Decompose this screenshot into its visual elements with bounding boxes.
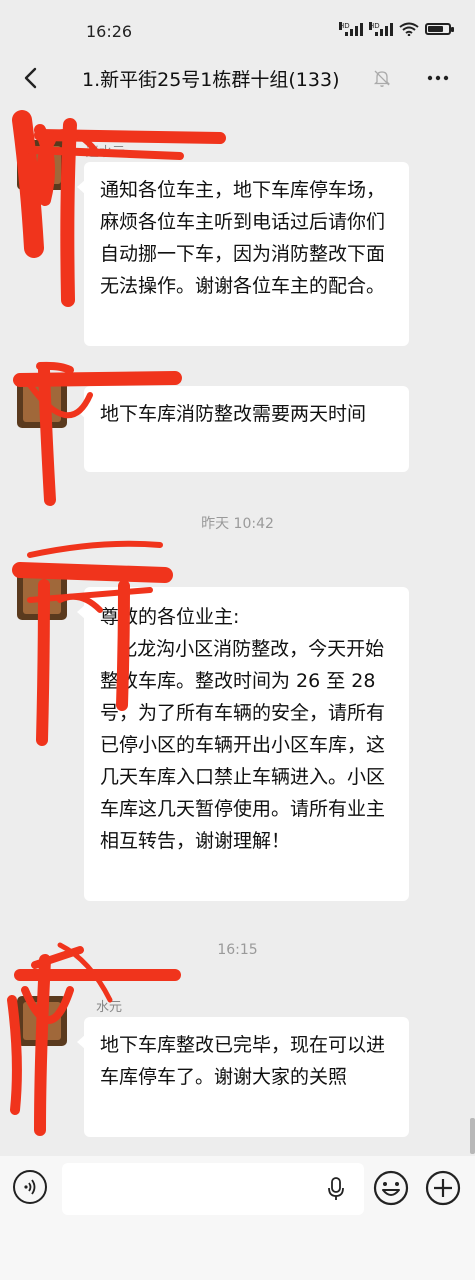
more-dots-icon[interactable] xyxy=(424,64,452,92)
avatar[interactable] xyxy=(17,378,67,428)
input-bar xyxy=(0,1156,475,1280)
back-arrow-icon[interactable] xyxy=(18,64,46,92)
battery-icon xyxy=(425,23,454,35)
status-icons: HD HD xyxy=(339,22,454,36)
message-bubble[interactable]: 通知各位车主，地下车库停车场，麻烦各位车主听到电话过后请你们自动挪一下车，因为消… xyxy=(77,162,409,346)
microphone-icon[interactable] xyxy=(326,1176,346,1202)
timestamp: 16:15 xyxy=(217,942,258,958)
scrollbar[interactable] xyxy=(470,1118,475,1154)
message-input[interactable] xyxy=(62,1163,364,1215)
signal-icon-2: HD xyxy=(369,22,393,36)
chat-title: 1.新平街25号1栋群十组(133) xyxy=(82,69,340,91)
status-bar: 16:26 HD HD xyxy=(0,0,475,60)
avatar[interactable] xyxy=(17,996,67,1046)
voice-icon[interactable] xyxy=(13,1170,47,1204)
emoji-icon[interactable] xyxy=(373,1170,409,1206)
plus-icon[interactable] xyxy=(425,1170,461,1206)
message-bubble[interactable]: 地下车库整改已完毕，现在可以进车库停车了。谢谢大家的关照 xyxy=(77,1017,409,1137)
wifi-icon xyxy=(399,22,419,36)
chat-header: 1.新平街25号1栋群十组(133) xyxy=(0,56,475,102)
signal-icon: HD xyxy=(339,22,363,36)
timestamp: 昨天 10:42 xyxy=(201,516,274,532)
status-time: 16:26 xyxy=(86,22,133,41)
message-bubble[interactable]: 尊敬的各位业主: 化龙沟小区消防整改，今天开始整改车库。整改时间为 26 至 2… xyxy=(77,587,409,901)
bell-muted-icon xyxy=(373,70,391,87)
sender-name: 水元 xyxy=(96,1000,123,1015)
message-bubble[interactable]: 地下车库消防整改需要两天时间 xyxy=(77,386,409,472)
sender-name: 赵水元 xyxy=(86,145,126,160)
avatar[interactable] xyxy=(17,570,67,620)
avatar[interactable] xyxy=(17,140,67,190)
